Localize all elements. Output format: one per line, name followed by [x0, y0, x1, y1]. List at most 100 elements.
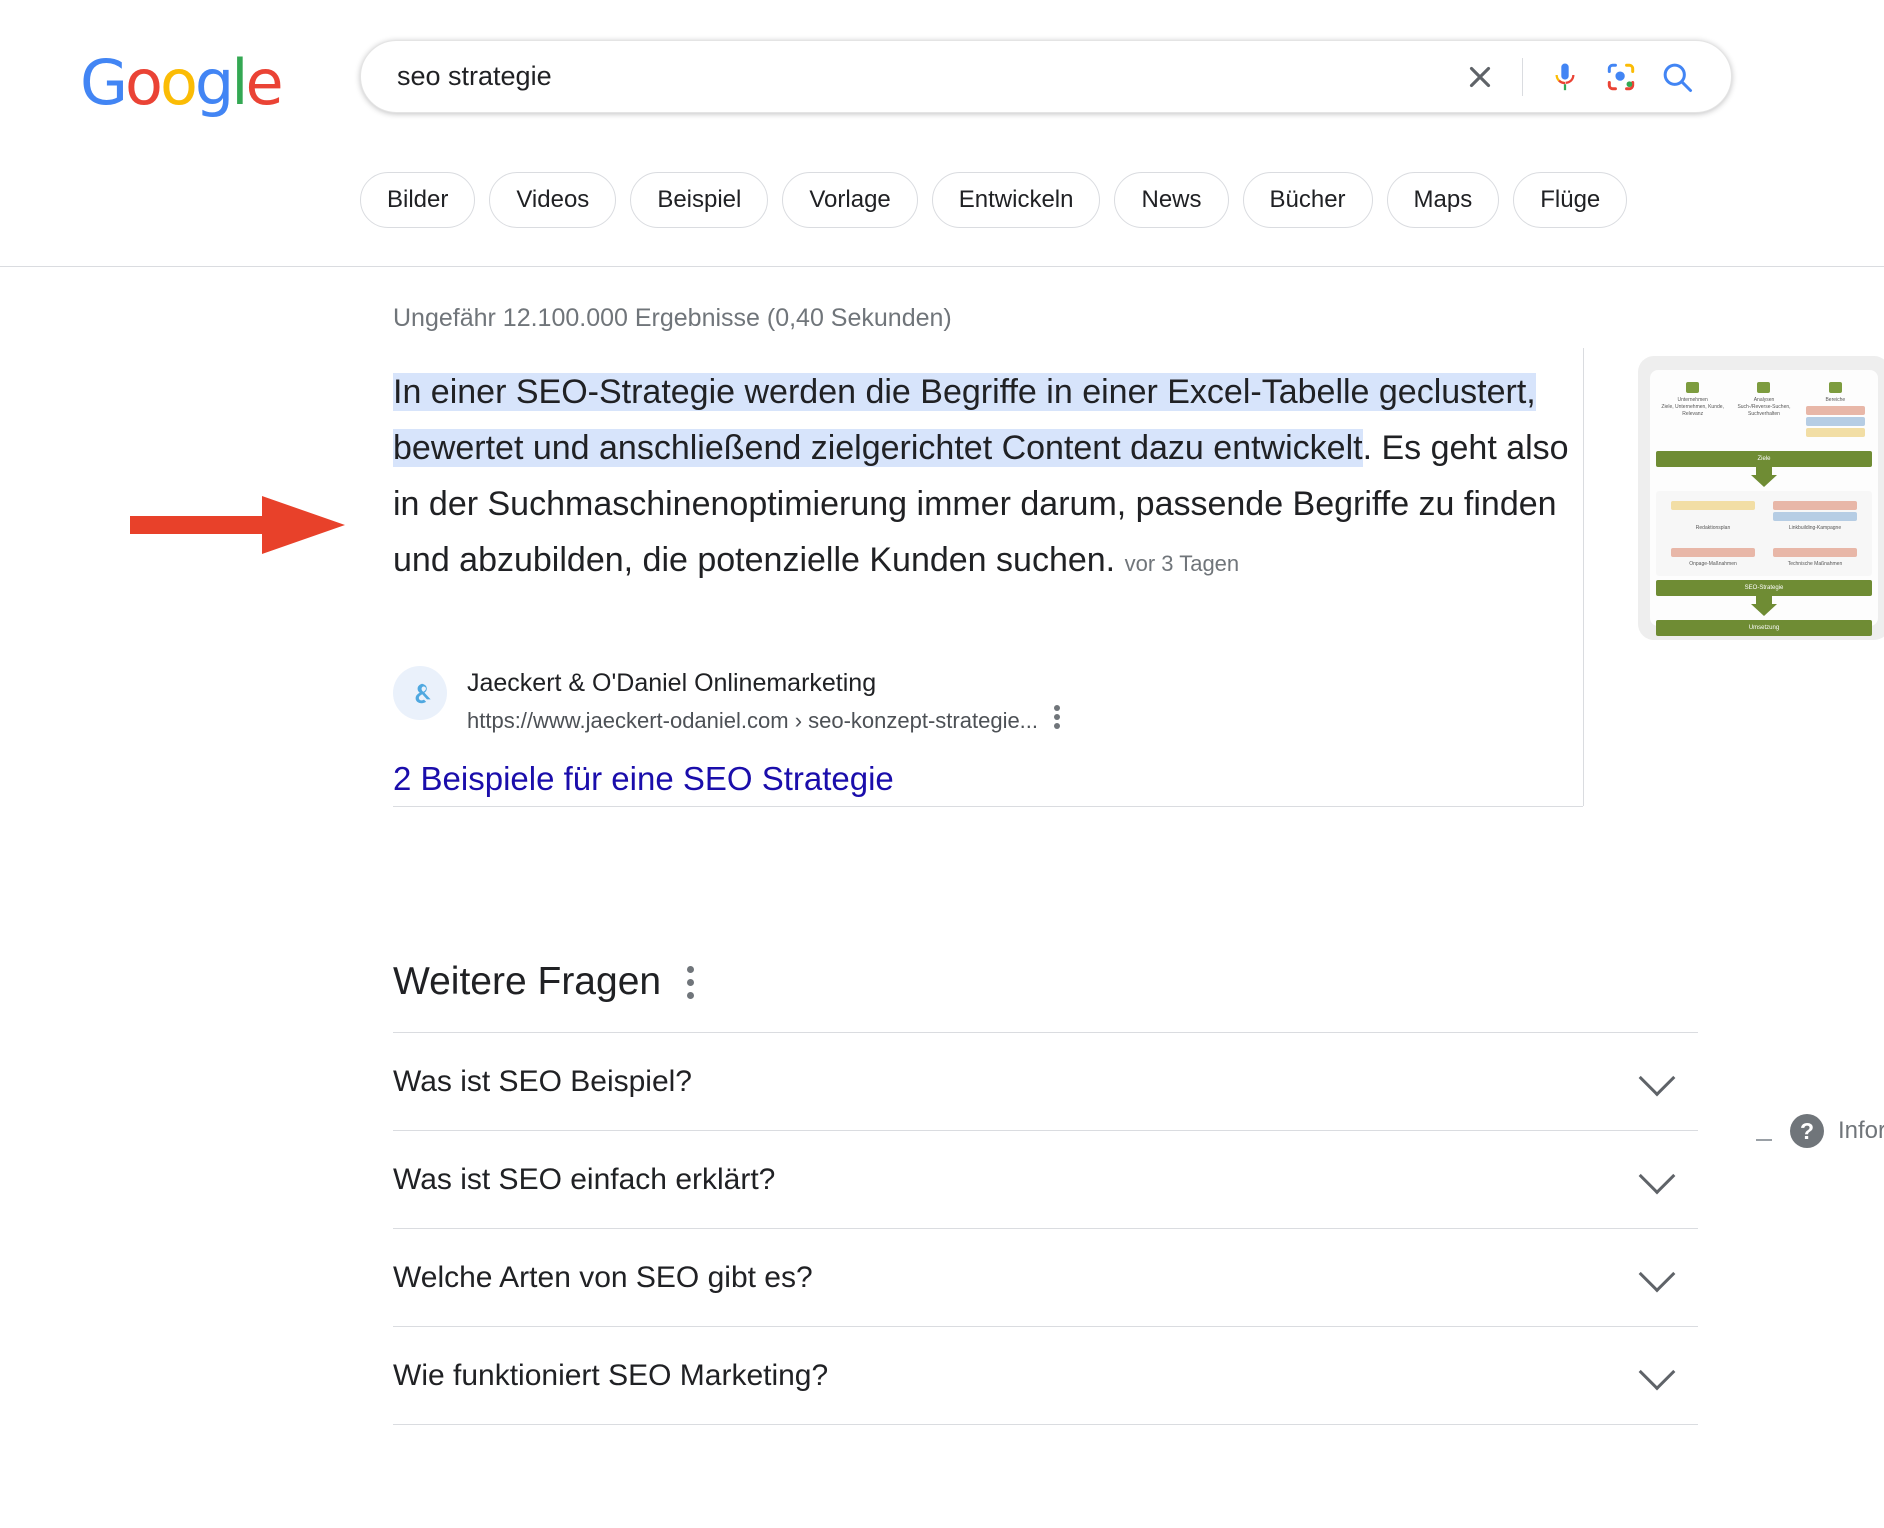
thumbnail-pill-seitenstruktur [1773, 512, 1857, 521]
thumbnail-quad-top-left: Redaktionsplan [1662, 499, 1764, 532]
thumbnail-pill-2 [1806, 417, 1865, 426]
thumbnail-pill-seo-audit [1773, 501, 1857, 510]
thumbnail-quad-bottom-left: Onpage-Maßnahmen [1662, 546, 1764, 568]
thumbnail-arrow-1 [1751, 475, 1777, 487]
search-icon[interactable] [1649, 49, 1705, 105]
source-text-block: Jaeckert & O'Daniel Onlinemarketing http… [467, 666, 1038, 738]
thumbnail-bar-seo-strategie: SEO-Strategie [1656, 580, 1872, 596]
thumbnail-arrow-stem-1 [1756, 467, 1772, 475]
thumbnail-caption-linkbuilding: Linkbuilding-Kampagne [1770, 524, 1860, 532]
info-dash [1756, 1139, 1772, 1141]
thumbnail-pill-1 [1806, 406, 1865, 415]
people-also-ask-section: Weitere Fragen Was ist SEO Beispiel? Was… [393, 960, 1698, 1425]
google-logo[interactable]: Google [80, 52, 281, 114]
featured-snippet-thumbnail[interactable]: Unternehmen Ziele, Unternehmen, Kunde, R… [1638, 356, 1884, 640]
snippet-bottom-divider [393, 806, 1583, 807]
thumbnail-pill-content-audit [1671, 501, 1755, 510]
paa-header: Weitere Fragen [393, 960, 1698, 1004]
paa-title: Weitere Fragen [393, 960, 661, 1004]
paa-more-options-icon[interactable] [687, 963, 694, 1002]
paa-item-3[interactable]: Welche Arten von SEO gibt es? [393, 1228, 1698, 1326]
chevron-down-icon[interactable] [1639, 1353, 1676, 1390]
paa-question-list: Was ist SEO Beispiel? Was ist SEO einfac… [393, 1032, 1698, 1425]
chip-beispiel[interactable]: Beispiel [630, 172, 768, 228]
thumbnail-col-2-lines: Such-/Reverse-Suchen, Suchverhalten [1731, 404, 1796, 418]
thumbnail-arrow-stem-2 [1756, 596, 1772, 604]
search-input[interactable] [395, 52, 1452, 102]
paa-question-text: Wie funktioniert SEO Marketing? [393, 1359, 828, 1393]
microphone-icon[interactable] [1537, 49, 1593, 105]
paa-item-1[interactable]: Was ist SEO Beispiel? [393, 1032, 1698, 1130]
grid-icon [1829, 382, 1842, 393]
result-title-link[interactable]: 2 Beispiele für eine SEO Strategie [393, 760, 1583, 798]
thumbnail-caption-technisch: Technische Maßnahmen [1770, 560, 1860, 568]
chip-buecher[interactable]: Bücher [1243, 172, 1373, 228]
thumbnail-col-3-heading: Bereiche [1803, 397, 1868, 404]
magnifier-icon [1757, 382, 1770, 393]
thumbnail-quad-top: Redaktionsplan Linkbuilding-Kampagne [1662, 499, 1866, 532]
thumbnail-bar-umsetzung: Umsetzung [1656, 620, 1872, 636]
thumbnail-pill-3 [1806, 428, 1865, 437]
paa-question-text: Welche Arten von SEO gibt es? [393, 1261, 813, 1295]
featured-snippet: In einer SEO-Strategie werden die Begrif… [393, 364, 1583, 592]
divider [1522, 58, 1523, 96]
paa-item-4[interactable]: Wie funktioniert SEO Marketing? [393, 1326, 1698, 1424]
result-stats: Ungefähr 12.100.000 Ergebnisse (0,40 Sek… [393, 304, 952, 333]
source-site-name: Jaeckert & O'Daniel Onlinemarketing [467, 666, 1038, 700]
red-arrow-right-annotation [130, 490, 350, 565]
chip-videos[interactable]: Videos [489, 172, 616, 228]
search-filter-chips: Bilder Videos Beispiel Vorlage Entwickel… [360, 172, 1627, 228]
thumbnail-col-2-heading: Analysen [1731, 397, 1796, 404]
thumbnail-pill-keyword [1671, 512, 1755, 521]
paa-question-text: Was ist SEO Beispiel? [393, 1065, 692, 1099]
chip-vorlage[interactable]: Vorlage [782, 172, 917, 228]
featured-snippet-text: In einer SEO-Strategie werden die Begrif… [393, 364, 1583, 592]
help-circle-icon[interactable]: ? [1790, 1114, 1824, 1148]
search-bar-icons [1452, 49, 1731, 105]
chip-entwickeln[interactable]: Entwickeln [932, 172, 1101, 228]
chip-news[interactable]: News [1114, 172, 1228, 228]
chip-fluege[interactable]: Flüge [1513, 172, 1627, 228]
chip-bilder[interactable]: Bilder [360, 172, 475, 228]
chip-maps[interactable]: Maps [1387, 172, 1500, 228]
paa-question-text: Was ist SEO einfach erklärt? [393, 1163, 775, 1197]
thumbnail-caption-redaktionsplan: Redaktionsplan [1668, 524, 1758, 532]
close-icon[interactable] [1452, 49, 1508, 105]
paa-bottom-divider [393, 1424, 1698, 1425]
snippet-vertical-divider [1583, 348, 1584, 806]
information-row[interactable]: ? Infor [1790, 1114, 1884, 1148]
thumbnail-col-2: Analysen Such-/Reverse-Suchen, Suchverha… [1731, 382, 1796, 439]
information-label: Infor [1838, 1117, 1884, 1145]
featured-snippet-source: Jaeckert & O'Daniel Onlinemarketing http… [393, 666, 1583, 798]
thumbnail-col-1-lines: Ziele, Unternehmen, Kunde, Relevanz [1660, 404, 1725, 418]
thumbnail-col-1-heading: Unternehmen [1660, 397, 1725, 404]
thumbnail-middle-panel: Redaktionsplan Linkbuilding-Kampagne Onp… [1656, 491, 1872, 576]
document-icon [1686, 382, 1699, 393]
thumbnail-arrow-2 [1751, 604, 1777, 616]
thumbnail-pill-technisch [1773, 548, 1857, 557]
thumbnail-diagram: Unternehmen Ziele, Unternehmen, Kunde, R… [1650, 370, 1878, 626]
chevron-down-icon[interactable] [1639, 1157, 1676, 1194]
thumbnail-caption-onpage: Onpage-Maßnahmen [1668, 560, 1758, 568]
chevron-down-icon[interactable] [1639, 1255, 1676, 1292]
header-divider [0, 266, 1884, 267]
thumbnail-quad-bottom: Onpage-Maßnahmen Technische Maßnahmen [1662, 546, 1866, 568]
google-search-results-page: Google [0, 0, 1884, 1528]
source-row: Jaeckert & O'Daniel Onlinemarketing http… [393, 666, 1583, 738]
thumbnail-top-row: Unternehmen Ziele, Unternehmen, Kunde, R… [1656, 376, 1872, 447]
thumbnail-col-3: Bereiche [1803, 382, 1868, 439]
featured-snippet-date: vor 3 Tagen [1125, 551, 1240, 576]
chevron-down-icon[interactable] [1639, 1059, 1676, 1096]
source-url: https://www.jaeckert-odaniel.com › seo-k… [467, 704, 1038, 738]
thumbnail-bar-ziele: Ziele [1656, 451, 1872, 467]
paa-item-2[interactable]: Was ist SEO einfach erklärt? [393, 1130, 1698, 1228]
more-options-icon[interactable] [1054, 666, 1060, 732]
thumbnail-col-1: Unternehmen Ziele, Unternehmen, Kunde, R… [1660, 382, 1725, 439]
thumbnail-quad-bottom-right: Technische Maßnahmen [1764, 546, 1866, 568]
search-header: Google [0, 0, 1884, 268]
google-lens-icon[interactable] [1593, 49, 1649, 105]
site-favicon [393, 666, 447, 720]
thumbnail-quad-top-right: Linkbuilding-Kampagne [1764, 499, 1866, 532]
thumbnail-pill-onpage [1671, 548, 1755, 557]
search-bar[interactable] [360, 40, 1732, 113]
